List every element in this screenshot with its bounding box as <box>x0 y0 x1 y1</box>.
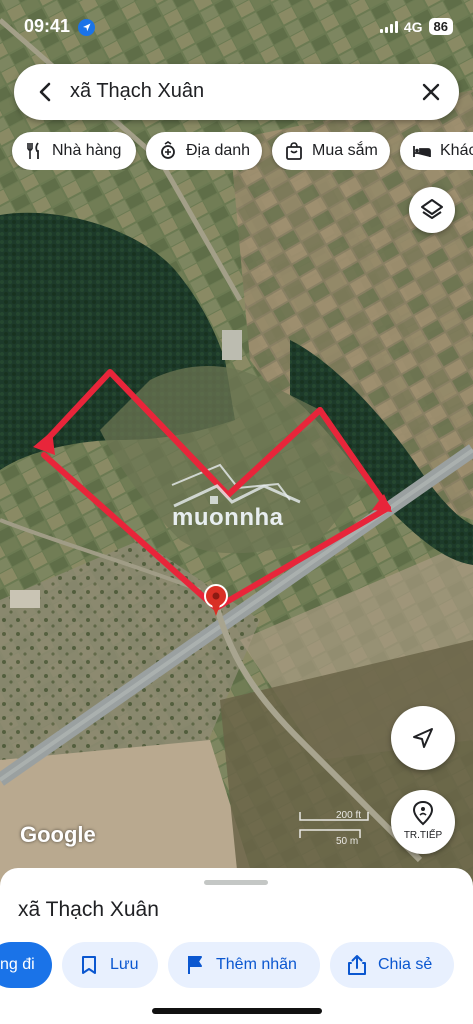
place-bottom-sheet[interactable]: xã Thạch Xuân ng đi Lưu Thêm nhãn Chia s… <box>0 868 473 1024</box>
chip-label: Khác <box>440 142 473 159</box>
share-button[interactable]: Chia sẻ <box>330 942 454 988</box>
layers-button[interactable] <box>409 187 455 233</box>
bookmark-icon <box>82 956 96 974</box>
layers-icon <box>421 199 443 219</box>
signal-icon <box>379 20 398 33</box>
share-icon <box>348 955 366 975</box>
save-label: Lưu <box>110 956 139 973</box>
scale-label-ft: 200 ft <box>336 810 361 821</box>
chip-hotels[interactable]: Khác <box>400 132 473 170</box>
scale-label-m: 50 m <box>336 836 358 847</box>
directions-label: ng đi <box>0 956 35 973</box>
close-icon[interactable] <box>417 78 445 106</box>
google-attribution: Google <box>20 822 96 847</box>
street-view-label: TR.TIẾP <box>403 830 443 841</box>
directions-button[interactable]: ng đi <box>0 942 52 988</box>
flag-icon <box>188 956 202 974</box>
network-label: 4G <box>403 18 423 35</box>
share-label: Chia sẻ <box>378 956 433 973</box>
restaurant-icon <box>27 142 39 159</box>
chip-label: Mua sắm <box>312 142 378 159</box>
chip-restaurants[interactable]: Nhà hàng <box>12 132 136 170</box>
street-view-pin-icon <box>412 800 434 826</box>
chip-landmarks[interactable]: Địa danh <box>146 132 262 170</box>
search-query[interactable]: xã Thạch Xuân <box>70 80 204 103</box>
navigation-arrow-icon <box>413 728 433 748</box>
add-label-button[interactable]: Thêm nhãn <box>168 942 320 988</box>
status-bar: 09:41 4G 86 <box>0 0 473 48</box>
battery-icon: 86 <box>428 18 453 35</box>
sheet-drag-handle[interactable] <box>204 880 268 885</box>
place-actions: ng đi Lưu Thêm nhãn Chia sẻ <box>0 942 473 988</box>
save-button[interactable]: Lưu <box>62 942 158 988</box>
street-view-button[interactable]: TR.TIẾP <box>391 790 455 854</box>
my-location-button[interactable] <box>391 706 455 770</box>
chip-label: Nhà hàng <box>52 142 122 159</box>
landmark-icon <box>161 141 175 159</box>
place-title: xã Thạch Xuân <box>18 898 159 921</box>
search-bar[interactable]: xã Thạch Xuân <box>14 64 459 120</box>
back-arrow-icon[interactable] <box>32 78 60 106</box>
shopping-bag-icon <box>286 142 302 160</box>
watermark-text: muonnha <box>172 504 284 531</box>
location-arrow-icon <box>78 19 95 36</box>
chip-label: Địa danh <box>186 142 251 159</box>
category-chips: Nhà hàng Địa danh Mua sắm Khác <box>6 132 473 170</box>
status-right: 4G 86 <box>379 18 453 35</box>
home-indicator <box>152 1008 322 1014</box>
chip-shopping[interactable]: Mua sắm <box>272 132 390 170</box>
hotel-bed-icon <box>413 146 431 157</box>
add-label-label: Thêm nhãn <box>216 956 297 973</box>
status-time: 09:41 <box>24 16 71 36</box>
